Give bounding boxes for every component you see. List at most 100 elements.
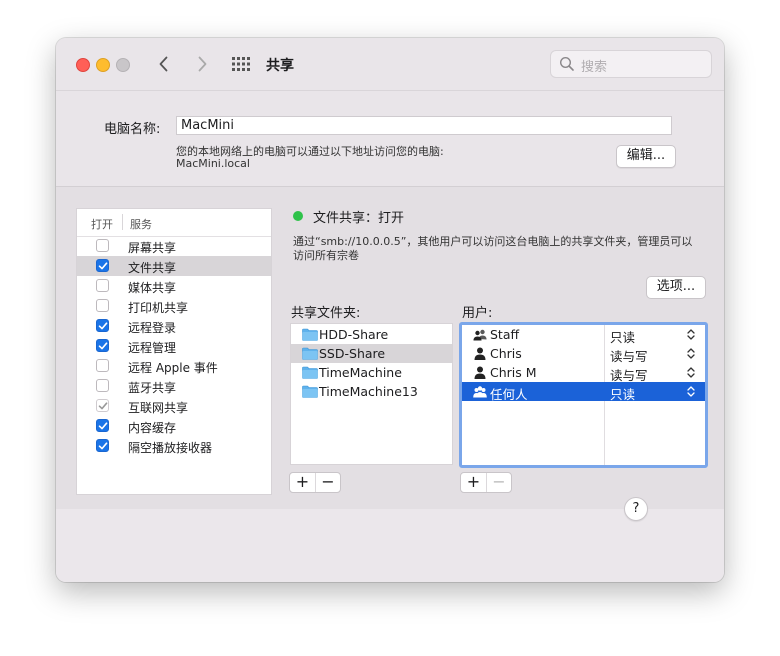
file-sharing-status: 文件共享：打开 — [313, 211, 405, 226]
folder-name: HDD-Share — [319, 327, 389, 342]
preferences-window: 共享 搜索 电脑名称: 您的本地网络上的电脑可以通过以下地址访问您的电脑: Ma… — [56, 38, 724, 582]
service-label: 打印机共享 — [128, 301, 189, 315]
service-row[interactable]: 蓝牙共享 — [77, 376, 271, 396]
user-name: Staff — [490, 327, 520, 342]
service-label: 远程登录 — [128, 321, 177, 335]
chevron-updown-icon[interactable] — [687, 385, 695, 398]
service-label: 文件共享 — [128, 261, 177, 275]
service-label: 内容缓存 — [128, 421, 177, 435]
service-checkbox[interactable] — [96, 299, 109, 312]
service-row[interactable]: 远程登录 — [77, 316, 271, 336]
service-label: 互联网共享 — [128, 401, 189, 415]
services-list: 打开 服务 屏幕共享文件共享媒体共享打印机共享远程登录远程管理远程 Apple … — [76, 208, 272, 495]
service-row[interactable]: 打印机共享 — [77, 296, 271, 316]
status-indicator — [293, 211, 303, 221]
user-row[interactable]: 任何人 只读 — [462, 382, 705, 403]
service-checkbox[interactable] — [96, 439, 109, 452]
local-address: MacMini.local — [176, 157, 250, 170]
service-checkbox[interactable] — [96, 319, 109, 332]
sharing-description-cont: 访问所有宗卷 — [293, 249, 359, 262]
edit-button[interactable]: 编辑... — [616, 145, 676, 168]
bottom-bar — [56, 509, 724, 582]
search-field[interactable]: 搜索 — [550, 50, 712, 78]
folder-row[interactable]: SSD-Share — [291, 344, 452, 363]
options-button[interactable]: 选项... — [646, 276, 706, 299]
service-row[interactable]: 远程 Apple 事件 — [77, 356, 271, 376]
back-icon[interactable] — [154, 54, 174, 74]
service-checkbox[interactable] — [96, 399, 109, 412]
services-header: 打开 服务 — [77, 209, 271, 237]
user-row[interactable]: Staff 只读 — [462, 325, 705, 345]
show-all-grid-icon[interactable] — [232, 57, 250, 71]
service-label: 隔空播放接收器 — [128, 441, 213, 455]
remove-user-button[interactable]: − — [486, 473, 511, 492]
folder-icon — [302, 366, 318, 379]
service-row[interactable]: 远程管理 — [77, 336, 271, 356]
folder-name: SSD-Share — [319, 346, 386, 361]
service-checkbox[interactable] — [96, 239, 109, 252]
help-button[interactable]: ? — [624, 497, 648, 521]
add-folder-button[interactable]: + — [290, 473, 315, 492]
folder-name: TimeMachine13 — [319, 384, 418, 399]
computer-name-label: 电脑名称: — [104, 122, 161, 137]
chevron-updown-icon[interactable] — [687, 347, 695, 360]
add-user-button[interactable]: + — [461, 473, 486, 492]
forward-icon[interactable] — [192, 54, 212, 74]
service-row[interactable]: 内容缓存 — [77, 416, 271, 436]
user-row[interactable]: Chris M 读与写 — [462, 363, 705, 383]
user-name: 任何人 — [490, 387, 528, 402]
users-label: 用户: — [462, 306, 493, 321]
service-row[interactable]: 媒体共享 — [77, 276, 271, 296]
header-service: 服务 — [130, 218, 152, 231]
close-button[interactable] — [76, 58, 90, 72]
user-row[interactable]: Chris 读与写 — [462, 344, 705, 364]
folder-row[interactable]: HDD-Share — [291, 325, 452, 344]
service-row[interactable]: 互联网共享 — [77, 396, 271, 416]
chevron-updown-icon[interactable] — [687, 366, 695, 379]
computer-name-section: 电脑名称: 您的本地网络上的电脑可以通过以下地址访问您的电脑: MacMini.… — [56, 90, 724, 187]
service-checkbox[interactable] — [96, 379, 109, 392]
user-add-remove: + − — [460, 472, 512, 493]
service-row[interactable]: 屏幕共享 — [77, 236, 271, 256]
folder-row[interactable]: TimeMachine — [291, 363, 452, 382]
folder-add-remove: + − — [289, 472, 341, 493]
folder-icon — [302, 385, 318, 398]
service-checkbox[interactable] — [96, 359, 109, 372]
service-label: 远程 Apple 事件 — [128, 361, 218, 375]
user-name: Chris M — [490, 365, 537, 380]
remove-folder-button[interactable]: − — [315, 473, 340, 492]
user-icon — [474, 347, 486, 360]
chevron-updown-icon[interactable] — [687, 328, 695, 341]
service-label: 蓝牙共享 — [128, 381, 177, 395]
shared-folders-label: 共享文件夹: — [291, 306, 361, 321]
search-icon — [559, 56, 574, 71]
service-checkbox[interactable] — [96, 259, 109, 272]
everyone-icon — [473, 386, 487, 398]
service-checkbox[interactable] — [96, 279, 109, 292]
service-label: 远程管理 — [128, 341, 177, 355]
service-row[interactable]: 隔空播放接收器 — [77, 436, 271, 456]
service-checkbox[interactable] — [96, 419, 109, 432]
folder-icon — [302, 328, 318, 341]
group-icon — [473, 329, 487, 341]
service-label: 媒体共享 — [128, 281, 177, 295]
sharing-main-section: 打开 服务 屏幕共享文件共享媒体共享打印机共享远程登录远程管理远程 Apple … — [56, 186, 724, 510]
zoom-button[interactable] — [116, 58, 130, 72]
title-bar: 共享 搜索 — [56, 38, 724, 90]
service-label: 屏幕共享 — [128, 241, 177, 255]
folder-row[interactable]: TimeMachine13 — [291, 382, 452, 401]
folder-icon — [302, 347, 318, 360]
service-row[interactable]: 文件共享 — [77, 256, 271, 276]
minimize-button[interactable] — [96, 58, 110, 72]
header-on: 打开 — [91, 218, 113, 231]
service-checkbox[interactable] — [96, 339, 109, 352]
user-icon — [474, 366, 486, 379]
computer-name-input[interactable] — [176, 116, 672, 135]
folder-name: TimeMachine — [319, 365, 402, 380]
search-placeholder: 搜索 — [581, 60, 608, 75]
window-title: 共享 — [266, 58, 294, 74]
users-list: Staff 只读 Chris 读与写 Chris M 读与写 任何人 只读 — [459, 322, 708, 468]
shared-folders-list: HDD-Share SSD-Share TimeMachine TimeMachine… — [290, 323, 453, 465]
permission-select[interactable]: 只读 — [610, 384, 635, 403]
user-name: Chris — [490, 346, 522, 361]
